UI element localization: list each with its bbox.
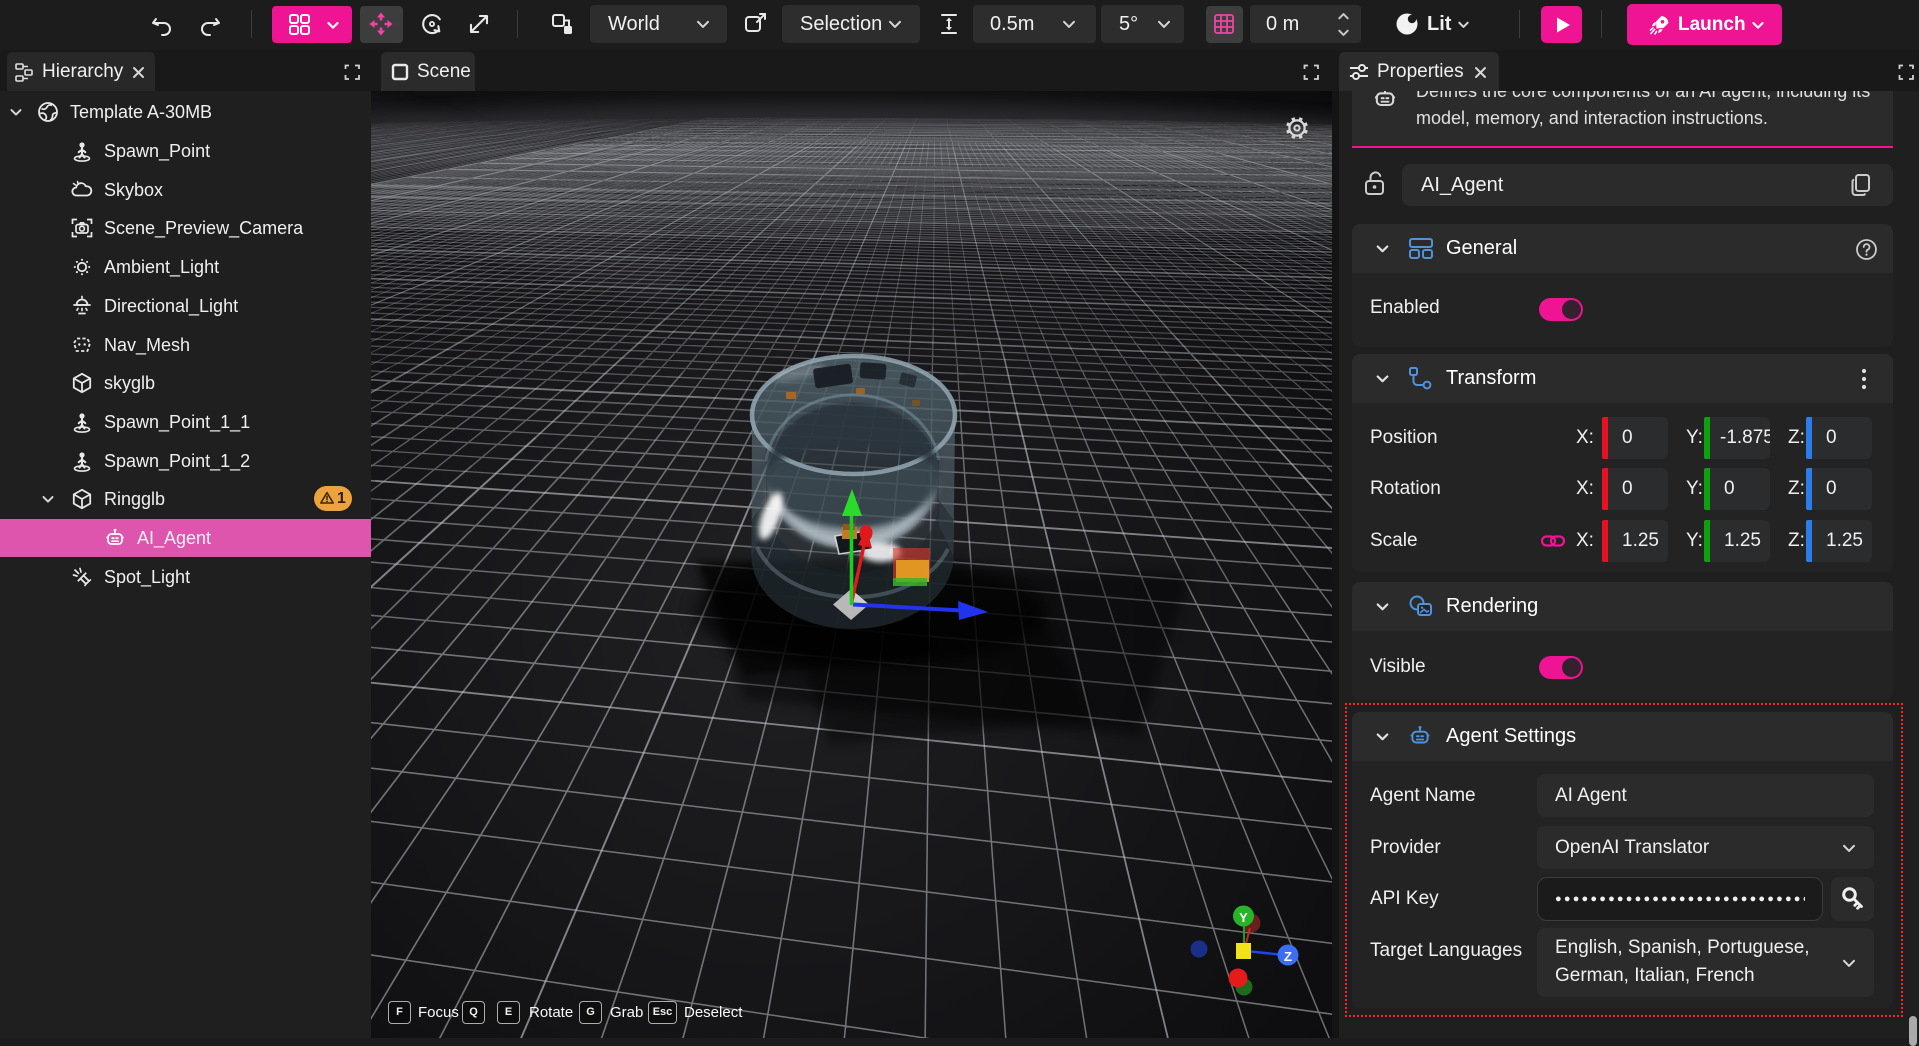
svg-text:Y: Y xyxy=(1239,910,1248,925)
svg-text:Z: Z xyxy=(1284,949,1292,964)
